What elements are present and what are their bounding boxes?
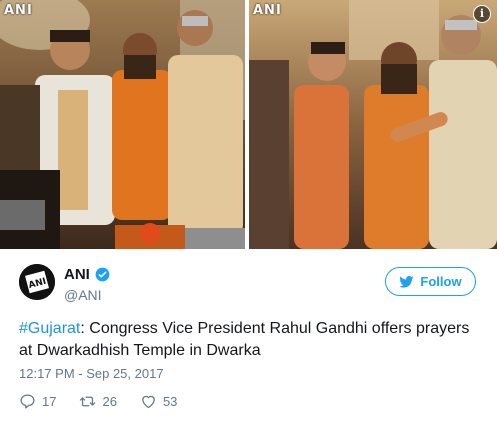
tweet-media[interactable]: ANI ANI i xyxy=(0,0,497,249)
hashtag-link[interactable]: #Gujarat xyxy=(19,320,80,337)
photo-right[interactable]: ANI i xyxy=(249,0,497,249)
watermark-right: ANI xyxy=(253,3,282,18)
photo-right-image xyxy=(249,0,497,249)
tweet-header: ANI ANI @ANI Follow xyxy=(0,258,497,308)
watermark-left: ANI xyxy=(4,3,33,18)
reply-icon xyxy=(20,394,35,409)
name-row: ANI xyxy=(64,266,110,283)
tweet-body: : Congress Vice President Rahul Gandhi o… xyxy=(19,320,470,359)
heart-icon xyxy=(142,395,155,409)
photo-left[interactable]: ANI xyxy=(0,0,245,249)
retweet-count: 26 xyxy=(102,394,117,409)
author-name[interactable]: ANI xyxy=(64,266,90,283)
author-handle[interactable]: @ANI xyxy=(64,287,102,303)
ani-logo: ANI xyxy=(19,264,55,300)
reply-button[interactable]: 17 xyxy=(19,393,56,410)
timestamp[interactable]: 12:17 PM - Sep 25, 2017 xyxy=(19,366,164,381)
retweet-icon xyxy=(80,396,96,407)
verified-badge-icon xyxy=(95,267,110,282)
follow-label: Follow xyxy=(420,274,462,289)
tweet-text: #Gujarat: Congress Vice President Rahul … xyxy=(19,318,484,362)
like-count: 53 xyxy=(162,394,178,409)
reply-count: 17 xyxy=(42,394,57,409)
tweet-actions: 17 26 53 xyxy=(19,393,200,410)
photo-left-image xyxy=(0,0,245,249)
info-circle-icon[interactable]: i xyxy=(473,5,491,23)
retweet-button[interactable]: 26 xyxy=(79,393,117,410)
like-button[interactable]: 53 xyxy=(140,393,177,410)
avatar[interactable]: ANI xyxy=(19,264,55,300)
follow-button[interactable]: Follow xyxy=(385,267,476,296)
bird-icon xyxy=(399,275,414,288)
